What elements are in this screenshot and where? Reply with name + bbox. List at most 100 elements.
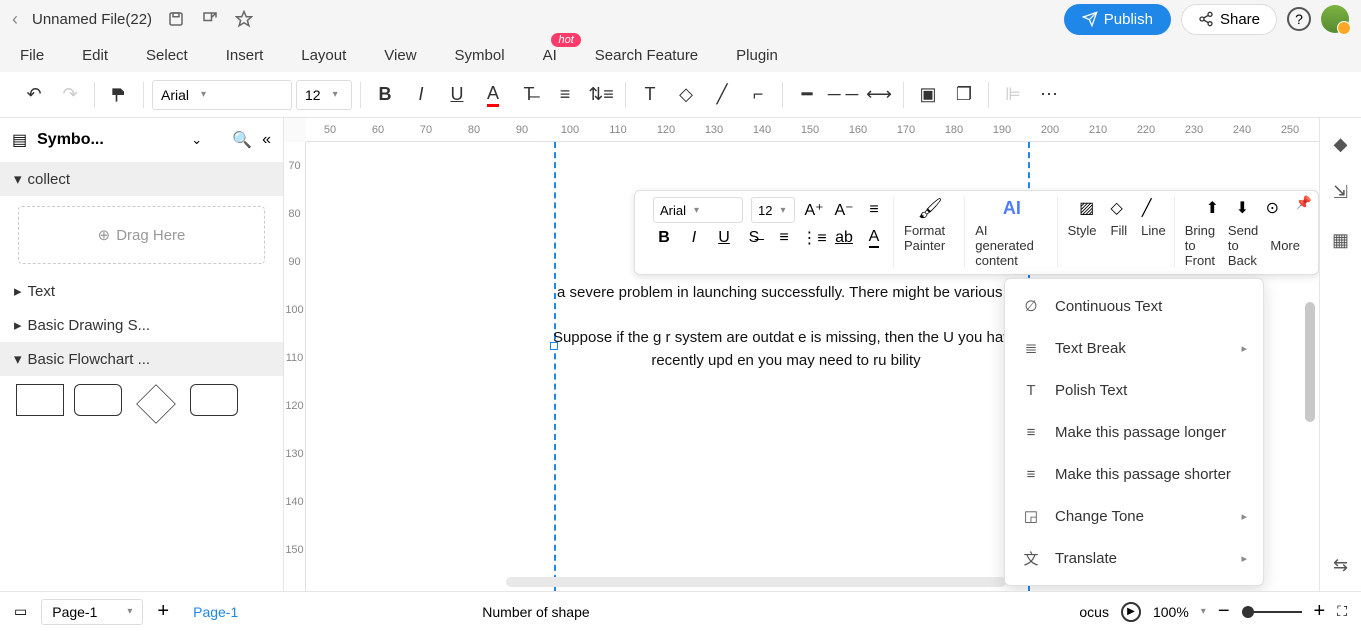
layers-button[interactable]: ❐	[948, 79, 980, 111]
decrease-font-icon[interactable]: A⁻	[833, 199, 855, 221]
selected-text-block[interactable]: a severe problem in launching successful…	[546, 282, 1026, 372]
export-icon[interactable]	[200, 9, 220, 29]
align-button[interactable]: ≡	[549, 79, 581, 111]
float-line-icon[interactable]: ╱	[1136, 197, 1158, 219]
float-underline-icon[interactable]: U	[713, 227, 735, 249]
connector-button[interactable]: ⌐	[742, 79, 774, 111]
page-tab[interactable]: Page-1	[183, 604, 248, 620]
shape-rounded-rect-2[interactable]	[190, 384, 238, 416]
underline-button[interactable]: U	[441, 79, 473, 111]
float-more-icon[interactable]: ⊙	[1261, 197, 1283, 219]
line-tool-button[interactable]: ╱	[706, 79, 738, 111]
float-italic-icon[interactable]: I	[683, 227, 705, 249]
more-toolbar-button[interactable]: ⋯	[1033, 79, 1065, 111]
save-icon[interactable]	[166, 9, 186, 29]
collapse-icon[interactable]: «	[262, 131, 271, 149]
float-bold-icon[interactable]: B	[653, 227, 675, 249]
font-select[interactable]: Arial▾	[152, 80, 292, 110]
play-icon[interactable]: ▶	[1121, 602, 1141, 622]
drag-here-zone[interactable]: ⊕Drag Here	[18, 206, 265, 264]
menu-make-longer[interactable]: ≡Make this passage longer	[1005, 411, 1263, 453]
float-ai-icon[interactable]: AI	[1001, 197, 1023, 219]
zoom-slider[interactable]	[1242, 611, 1302, 613]
float-ab-icon[interactable]: ab	[833, 227, 855, 249]
theme-icon[interactable]: ◆	[1329, 132, 1353, 156]
menu-continuous-text[interactable]: ∅Continuous Text	[1005, 285, 1263, 327]
horizontal-scrollbar[interactable]	[506, 577, 1006, 587]
selection-handle-left[interactable]	[550, 342, 558, 350]
page-select[interactable]: Page-1▾	[41, 599, 143, 625]
align-icon[interactable]: ≡	[863, 199, 885, 221]
menu-translate[interactable]: 文Translate▸	[1005, 537, 1263, 579]
float-strike-icon[interactable]: S̶	[743, 227, 765, 249]
float-size-select[interactable]: 12▾	[751, 197, 795, 223]
bring-front-icon[interactable]: ⬆	[1201, 197, 1223, 219]
zoom-in-button[interactable]: +	[1314, 600, 1326, 623]
section-basic-flowchart[interactable]: ▾Basic Flowchart ...	[0, 342, 283, 376]
menu-layout[interactable]: Layout	[301, 47, 346, 64]
group-button[interactable]: ▣	[912, 79, 944, 111]
chevron-down-icon[interactable]: ⌄	[191, 132, 202, 148]
increase-font-icon[interactable]: A⁺	[803, 199, 825, 221]
search-icon[interactable]: 🔍	[232, 130, 252, 150]
star-icon[interactable]	[234, 9, 254, 29]
menu-file[interactable]: File	[20, 47, 44, 64]
shape-rounded-rect[interactable]	[74, 384, 122, 416]
menu-symbol[interactable]: Symbol	[455, 47, 505, 64]
fullscreen-icon[interactable]: ⛶	[1337, 603, 1347, 620]
italic-button[interactable]: I	[405, 79, 437, 111]
menu-polish-text[interactable]: TPolish Text	[1005, 369, 1263, 411]
share-button[interactable]: Share	[1181, 4, 1277, 35]
format-painter-button[interactable]	[103, 79, 135, 111]
settings-rail-icon[interactable]: ⇆	[1329, 553, 1353, 577]
menu-edit[interactable]: Edit	[82, 47, 108, 64]
menu-text-break[interactable]: ≣Text Break▸	[1005, 327, 1263, 369]
grid-icon[interactable]: ▦	[1329, 228, 1353, 252]
float-numbered-list-icon[interactable]: ≡	[773, 227, 795, 249]
line-spacing-button[interactable]: ⇅≡	[585, 79, 617, 111]
vertical-scrollbar[interactable]	[1305, 302, 1315, 422]
file-name[interactable]: Unnamed File(22)	[32, 11, 152, 28]
zoom-value[interactable]: 100%	[1153, 604, 1189, 620]
font-size-select[interactable]: 12▾	[296, 80, 352, 110]
bold-button[interactable]: B	[369, 79, 401, 111]
zoom-out-button[interactable]: −	[1218, 600, 1230, 623]
add-page-button[interactable]: +	[157, 600, 169, 623]
send-back-icon[interactable]: ⬇	[1231, 197, 1253, 219]
line-weight-button[interactable]: ━	[791, 79, 823, 111]
arrow-style-button[interactable]: ⟷	[863, 79, 895, 111]
undo-button[interactable]: ↶	[18, 79, 50, 111]
back-icon[interactable]: ‹	[12, 9, 18, 30]
menu-view[interactable]: View	[384, 47, 416, 64]
text-style-button[interactable]: T̶	[513, 79, 545, 111]
menu-select[interactable]: Select	[146, 47, 188, 64]
line-style-button[interactable]: ─ ─	[827, 79, 859, 111]
redo-button[interactable]: ↷	[54, 79, 86, 111]
fill-button[interactable]: ◇	[670, 79, 702, 111]
font-color-button[interactable]: A	[477, 79, 509, 111]
menu-change-tone[interactable]: ◲Change Tone▸	[1005, 495, 1263, 537]
float-style-icon[interactable]: ▨	[1076, 197, 1098, 219]
float-font-color-icon[interactable]: A	[863, 227, 885, 249]
export-rail-icon[interactable]: ⇲	[1329, 180, 1353, 204]
outline-icon[interactable]: ▭	[14, 603, 27, 620]
float-fill-icon[interactable]: ◇	[1106, 197, 1128, 219]
menu-search[interactable]: Search Feature	[595, 47, 698, 64]
shape-diamond[interactable]	[136, 384, 176, 424]
align-distribute-button[interactable]: ⊫	[997, 79, 1029, 111]
section-text[interactable]: ▸Text	[0, 274, 283, 308]
section-collect[interactable]: ▾collect	[0, 162, 283, 196]
float-bullet-list-icon[interactable]: ⋮≡	[803, 227, 825, 249]
text-tool-button[interactable]: T	[634, 79, 666, 111]
pin-icon[interactable]: 📌	[1296, 195, 1312, 211]
menu-insert[interactable]: Insert	[226, 47, 264, 64]
help-icon[interactable]: ?	[1287, 7, 1311, 31]
section-basic-drawing[interactable]: ▸Basic Drawing S...	[0, 308, 283, 342]
menu-plugin[interactable]: Plugin	[736, 47, 778, 64]
avatar[interactable]	[1321, 5, 1349, 33]
menu-make-shorter[interactable]: ≡Make this passage shorter	[1005, 453, 1263, 495]
menu-ai[interactable]: AIhot	[543, 47, 557, 64]
float-format-painter-icon[interactable]: 🖌	[919, 197, 941, 219]
shape-rectangle[interactable]	[16, 384, 64, 416]
publish-button[interactable]: Publish	[1064, 4, 1171, 35]
